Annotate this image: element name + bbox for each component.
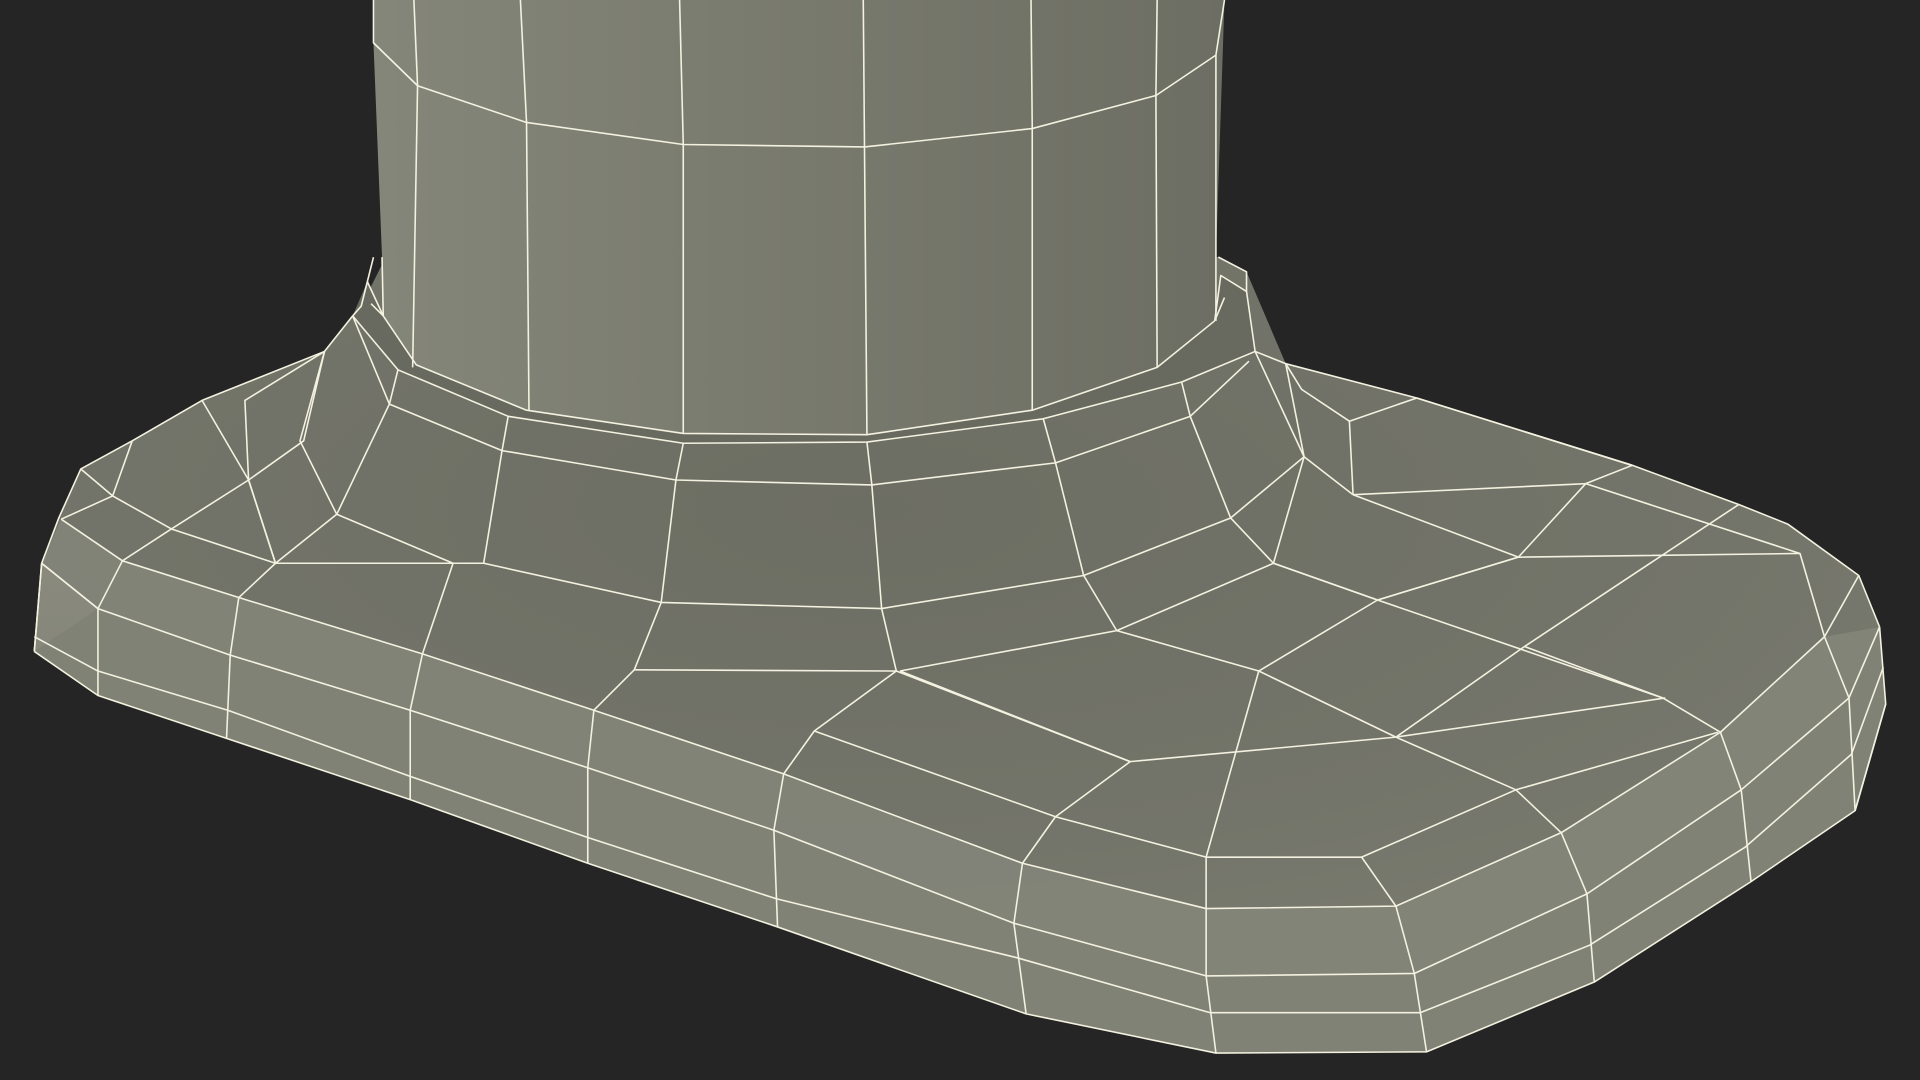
column-body <box>373 0 1225 435</box>
wireframe-model <box>33 0 1887 1054</box>
3d-viewport[interactable] <box>0 0 1920 1080</box>
